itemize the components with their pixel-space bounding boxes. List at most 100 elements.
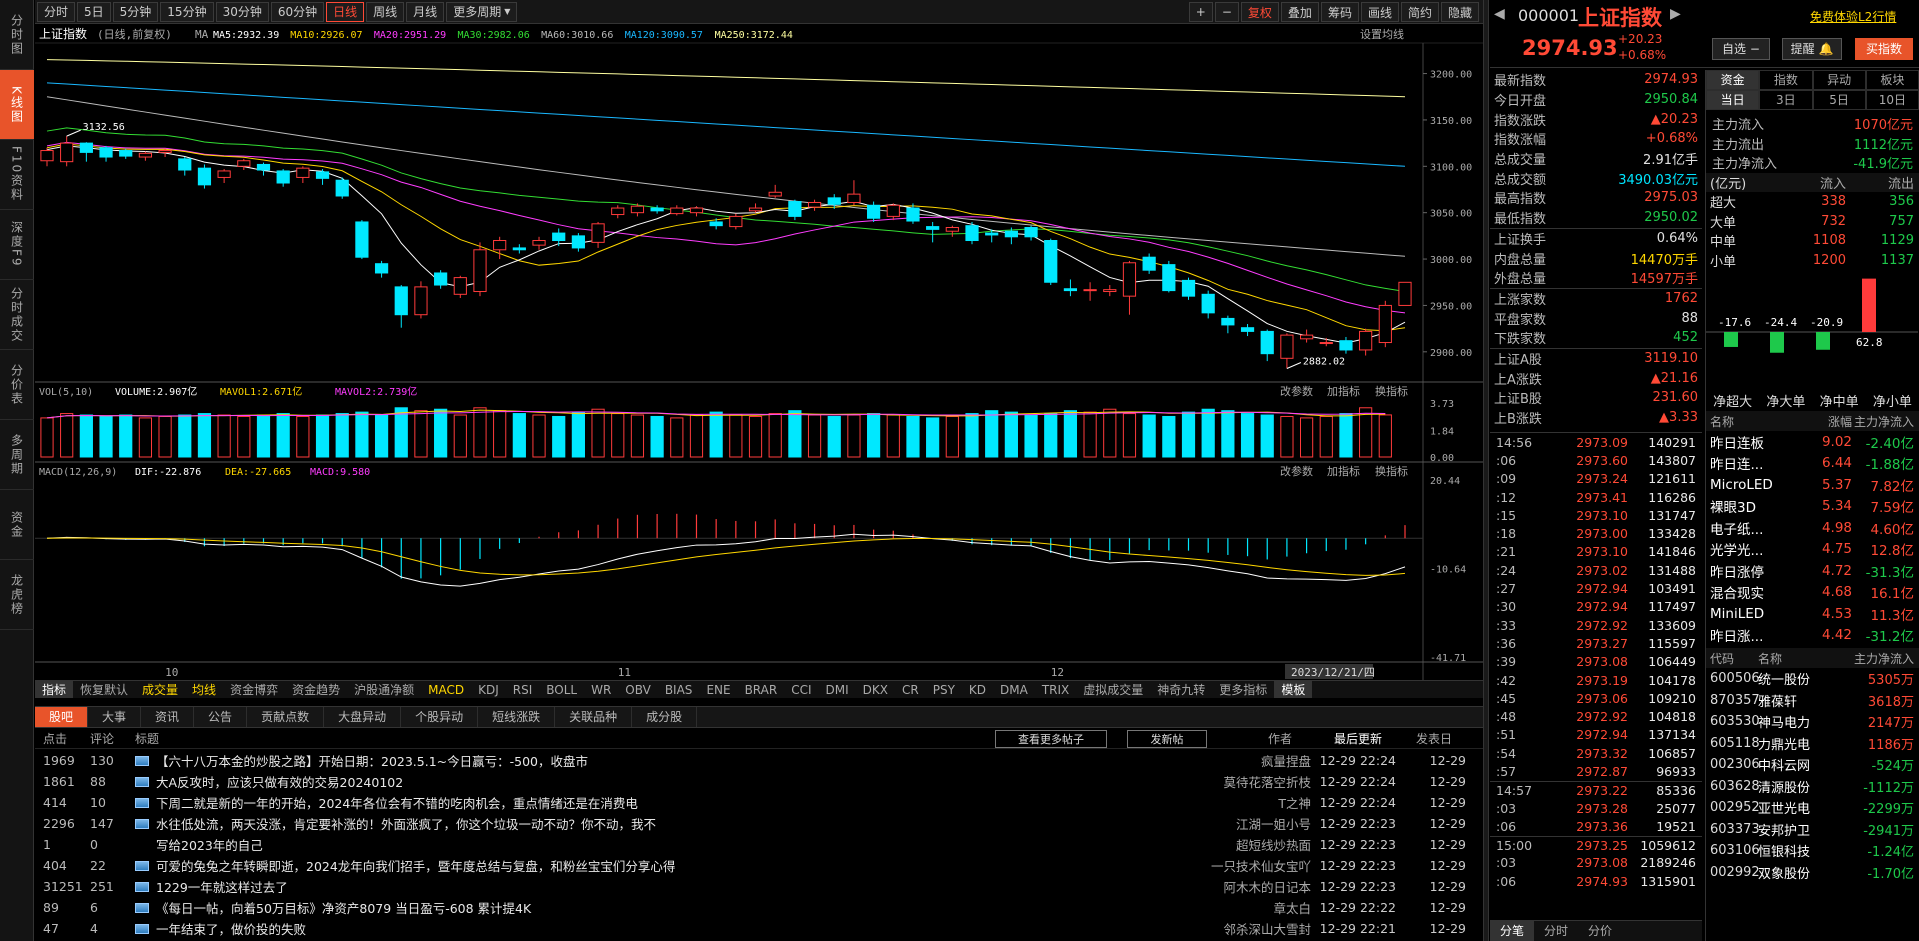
stock-name[interactable]: 恒银科技 [1758,841,1846,860]
nav-depth[interactable]: 深度F9 [0,210,34,280]
stock-row[interactable]: 002952 亚世光电 -2299万 [1706,797,1919,819]
fund-tab[interactable]: 资金 [1706,70,1760,90]
stock-name[interactable]: 亚世光电 [1758,798,1846,817]
more-posts-button[interactable]: 查看更多帖子 [995,729,1107,748]
news-title[interactable]: 《每日一帖，向着50万目标》净资产8079 当日盈亏-608 累计提4K [156,898,1176,917]
news-row[interactable]: 1 0 写给2023年的自己 超短线炒热面 12-29 22:23 12-29 [35,834,1483,855]
sector-name[interactable]: MiniLED [1706,606,1798,622]
indicator-tab[interactable]: WR [584,683,618,697]
indicator-tab[interactable]: 更多指标 [1212,681,1274,698]
nav-kline[interactable]: K线图 [0,70,34,140]
indicator-tab[interactable]: BOLL [539,683,584,697]
alert-button[interactable]: 提醒 🔔 [1782,38,1842,60]
news-author[interactable]: 一只技术仙女宝吖 [1176,856,1311,875]
tick-tab[interactable]: 分笔 [1490,921,1535,941]
draw-button[interactable]: 画线 [1360,2,1399,22]
news-title[interactable]: 水往低处流，两天没涨，肯定要补涨的！外面涨疯了，你这个垃圾一动不动？你不动，我不 [156,814,1176,833]
stock-row[interactable]: 603373 安邦护卫 -2941万 [1706,819,1919,841]
news-author[interactable]: 邻杀深山大雪封 [1176,919,1311,938]
nav-f10[interactable]: F10资料 [0,140,34,210]
indicator-tab[interactable]: BRAR [738,683,785,697]
stock-head-flow[interactable]: 主力净流入 [1846,650,1914,667]
indicator-tab[interactable]: BIAS [658,683,700,697]
vol-swap-button[interactable]: 换指标 [1375,384,1408,398]
sector-row[interactable]: 昨日涨停 4.72 -31.3亿 [1706,560,1919,582]
period-5day[interactable]: 5日 [77,1,111,22]
indicator-tab[interactable]: PSY [926,683,962,697]
news-tab[interactable]: 大事 [88,707,142,727]
stock-row[interactable]: 605118 力鼎光电 1186万 [1706,733,1919,755]
indicator-tab[interactable]: TRIX [1035,683,1076,697]
sector-row[interactable]: 裸眼3D 5.34 7.59亿 [1706,496,1919,518]
col-clicks[interactable]: 点击 [35,730,90,747]
sector-name[interactable]: MicroLED [1706,477,1798,493]
sector-row[interactable]: 昨日连... 6.44 -1.88亿 [1706,453,1919,475]
fund-subtab[interactable]: 10日 [1865,90,1919,110]
indicator-tab[interactable]: ENE [699,683,737,697]
indicator-tab[interactable]: CR [895,683,926,697]
next-arrow-icon[interactable]: ▶ [1670,6,1681,22]
sector-name[interactable]: 裸眼3D [1706,496,1798,516]
nav-price-table[interactable]: 分价表 [0,350,34,420]
stock-head-name[interactable]: 名称 [1758,650,1846,667]
macd-add-button[interactable]: 加指标 [1327,464,1360,478]
sector-name[interactable]: 混合现实 [1706,582,1798,602]
news-row[interactable]: 89 6 《每日一帖，向着50万目标》净资产8079 当日盈亏-608 累计提4K 章… [35,897,1483,918]
news-tab[interactable]: 大盘异动 [324,707,402,727]
period-fenshi[interactable]: 分时 [37,1,76,22]
news-title[interactable]: 写给2023年的自己 [156,835,1176,854]
indicator-tab[interactable]: 资金博弈 [223,681,285,698]
nav-trades[interactable]: 分时成交 [0,280,34,350]
indicator-tab[interactable]: 资金趋势 [285,681,347,698]
fund-subtab[interactable]: 3日 [1759,90,1813,110]
indicator-tab[interactable]: KDJ [471,683,506,697]
period-5min[interactable]: 5分钟 [112,1,159,22]
fund-subtab[interactable]: 当日 [1706,90,1760,110]
indicator-tab[interactable]: CCI [784,683,818,697]
indicator-tab[interactable]: 指标 [35,681,74,698]
fund-tab[interactable]: 板块 [1865,70,1919,90]
col-posted[interactable]: 发表日 [1382,730,1452,747]
indicator-tab[interactable]: 恢复默认 [73,681,135,698]
news-author[interactable]: 莫待花落空折枝 [1176,772,1311,791]
news-author[interactable]: 超短线炒热面 [1176,835,1311,854]
stock-name[interactable]: 雅葆轩 [1758,691,1846,710]
kline-chart[interactable]: 上证指数 (日线,前复权) MA MA5:2932.39 MA10:2926.07… [35,25,1483,682]
news-tab[interactable]: 关联品种 [555,707,633,727]
nav-dragon-tiger[interactable]: 龙虎榜 [0,560,34,630]
sector-row[interactable]: 昨日涨... 4.42 -31.2亿 [1706,625,1919,647]
indicator-tab[interactable]: 成交量 [135,681,185,698]
new-post-button[interactable]: 发新帖 [1127,729,1207,748]
news-row[interactable]: 1969 130 【六十八万本金的炒股之路】开始日期：2023.5.1~今日赢亏：-… [35,750,1483,771]
indicator-tab[interactable]: 均线 [185,681,223,698]
news-row[interactable]: 404 22 可爱的兔兔之年转瞬即逝，2024龙年向我们招手，暨年度总结与复盘，和粉… [35,855,1483,876]
news-row[interactable]: 2296 147 水往低处流，两天没涨，肯定要补涨的！外面涨疯了，你这个垃圾一动不动… [35,813,1483,834]
stock-row[interactable]: 603628 清源股份 -1112万 [1706,776,1919,798]
simple-button[interactable]: 简约 [1400,2,1439,22]
sector-name[interactable]: 电子纸... [1706,518,1798,538]
stock-head-code[interactable]: 代码 [1706,650,1758,667]
buy-index-button[interactable]: 买指数 [1855,38,1913,60]
stock-row[interactable]: 603106 恒银科技 -1.24亿 [1706,840,1919,862]
macd-param-button[interactable]: 改参数 [1280,464,1313,478]
period-15min[interactable]: 15分钟 [160,1,214,22]
stock-name[interactable]: 安邦护卫 [1758,820,1846,839]
nav-fenshi[interactable]: 分时图 [0,0,34,70]
nav-funds[interactable]: 资金 [0,490,34,560]
news-author[interactable]: T之神 [1176,793,1311,812]
news-title[interactable]: 可爱的兔兔之年转瞬即逝，2024龙年向我们招手，暨年度总结与复盘，和粉丝宝宝们分… [156,856,1176,875]
sector-name[interactable]: 昨日连板 [1706,432,1798,452]
news-row[interactable]: 1861 88 大A反攻时，应该只做有效的交易20240102 莫待花落空折枝 12-2… [35,771,1483,792]
news-row[interactable]: 31251 251 1229一年就这样过去了 阿木木的日记本 12-29 22:23 12… [35,876,1483,897]
stock-name[interactable]: 双象股份 [1758,863,1846,882]
sector-name[interactable]: 昨日连... [1706,453,1798,473]
news-tab[interactable]: 贡献点数 [247,707,325,727]
zoom-out-button[interactable]: − [1214,2,1239,22]
stock-row[interactable]: 603530 神马电力 2147万 [1706,711,1919,733]
indicator-tab[interactable]: KD [962,683,993,697]
indicator-tab[interactable]: DMA [993,683,1035,697]
news-tab[interactable]: 资讯 [141,707,195,727]
indicator-tab[interactable]: MACD [421,683,471,697]
stock-name[interactable]: 力鼎光电 [1758,734,1846,753]
vol-add-button[interactable]: 加指标 [1327,384,1360,398]
